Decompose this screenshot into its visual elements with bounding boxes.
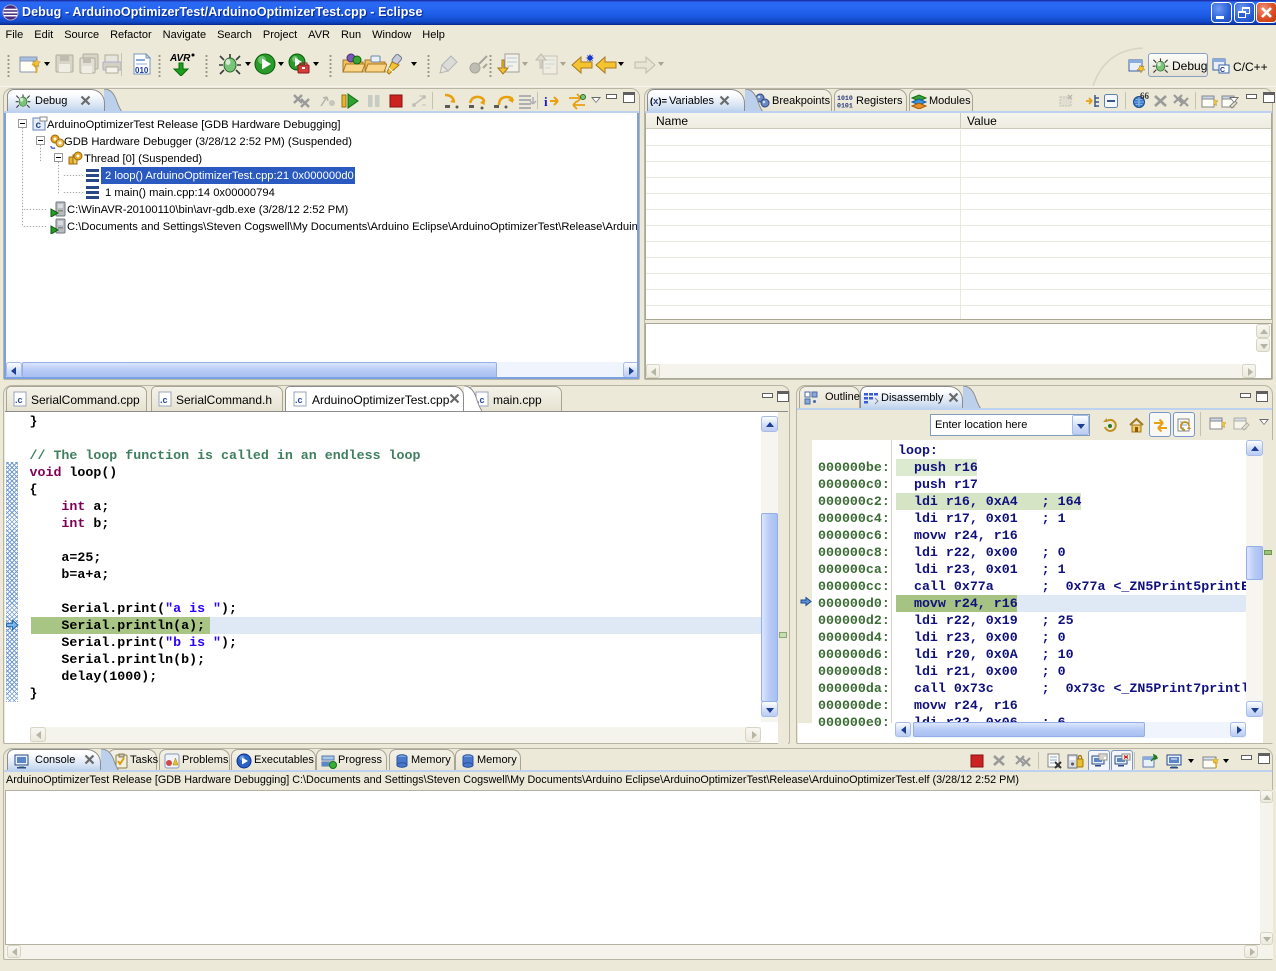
svg-text:66: 66 [1140, 92, 1149, 101]
svg-text:AVR: AVR [169, 53, 191, 64]
svg-text:.c: .c [160, 395, 168, 405]
svg-text:(x)=: (x)= [650, 96, 668, 107]
svg-text:0101: 0101 [837, 102, 853, 109]
svg-text:c: c [36, 120, 42, 131]
svg-text:i: i [544, 94, 548, 109]
svg-text:.c: .c [295, 395, 303, 405]
svg-text:C: C [1220, 67, 1225, 74]
svg-text:010: 010 [135, 66, 149, 75]
svg-text:.c: .c [15, 395, 23, 405]
